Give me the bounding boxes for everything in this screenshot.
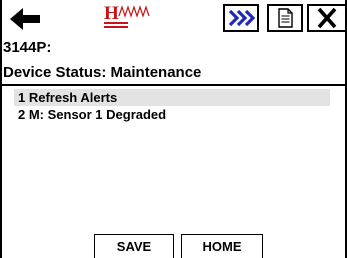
- home-button[interactable]: HOME: [181, 234, 263, 258]
- header-divider: [2, 84, 345, 86]
- document-icon: [278, 8, 293, 28]
- triple-chevron-right-icon: [228, 9, 256, 27]
- back-button[interactable]: [8, 6, 42, 32]
- list-item-sensor-degraded[interactable]: 2 M: Sensor 1 Degraded: [14, 106, 330, 123]
- menu-list: 1 Refresh Alerts 2 M: Sensor 1 Degraded: [14, 89, 330, 123]
- hw-logo: H: [102, 2, 158, 32]
- close-icon: [317, 7, 337, 29]
- list-item-refresh-alerts[interactable]: 1 Refresh Alerts: [14, 89, 330, 106]
- hw-logo-icon: H: [104, 3, 150, 28]
- left-border: [0, 0, 2, 258]
- svg-text:H: H: [104, 3, 119, 24]
- bottom-bar: SAVE HOME: [2, 234, 345, 258]
- device-status-title: Device Status: Maintenance: [3, 64, 202, 81]
- next-button[interactable]: [223, 4, 259, 32]
- save-button[interactable]: SAVE: [94, 234, 174, 258]
- left-arrow-icon: [10, 8, 40, 30]
- document-button[interactable]: [267, 4, 303, 32]
- toolbar: H: [2, 0, 347, 38]
- device-tag: 3144P:: [3, 39, 52, 56]
- close-button[interactable]: [307, 4, 347, 32]
